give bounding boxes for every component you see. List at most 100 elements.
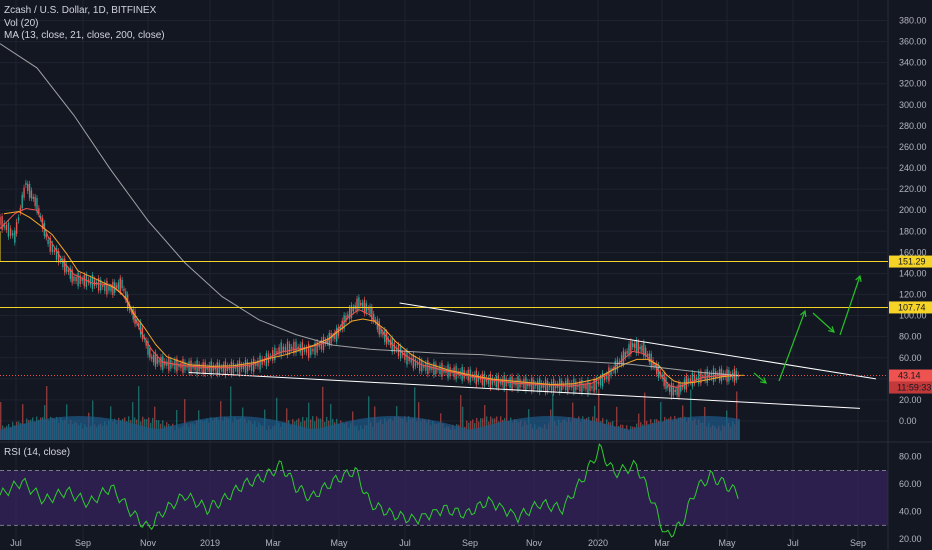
volume-indicator-label: Vol (20) xyxy=(4,18,39,29)
candle-body xyxy=(433,362,435,375)
candle-body xyxy=(429,365,431,371)
y-tick-label: 320.00 xyxy=(899,79,927,89)
candle-body xyxy=(646,353,649,356)
candle-body xyxy=(232,362,235,374)
candle-body xyxy=(667,384,669,388)
candle-body xyxy=(356,298,358,312)
rsi-tick-label: 80.00 xyxy=(899,452,922,462)
candle-body xyxy=(1,216,3,230)
candle-body xyxy=(406,350,408,365)
x-tick-label: Nov xyxy=(140,538,157,548)
chart-title: Zcash / U.S. Dollar, 1D, BITFINEX xyxy=(4,5,157,16)
rsi-band xyxy=(0,470,888,526)
level-badge-label: 107.74 xyxy=(898,302,926,312)
x-tick-label: Mar xyxy=(265,538,281,548)
candle-body xyxy=(202,362,204,374)
candle-body xyxy=(25,182,27,185)
candle-body xyxy=(347,314,349,317)
candle-body xyxy=(7,222,10,237)
y-tick-label: 240.00 xyxy=(899,163,927,173)
candle-body xyxy=(108,286,110,291)
y-tick-label: 360.00 xyxy=(899,37,927,47)
candle-body xyxy=(27,183,29,191)
candle-body xyxy=(348,307,351,320)
candle-body xyxy=(550,381,553,391)
candle-body xyxy=(286,341,289,356)
candle-body xyxy=(47,239,49,244)
y-tick-label: 200.00 xyxy=(899,205,927,215)
candle-body xyxy=(89,278,92,285)
candle-body xyxy=(495,375,497,388)
candle-body xyxy=(544,379,547,393)
candle-body xyxy=(166,361,168,366)
candle-body xyxy=(248,365,251,368)
candle-body xyxy=(622,350,625,365)
candle-body xyxy=(691,373,694,387)
candle-body xyxy=(11,233,14,236)
countdown-label: 11:59:33 xyxy=(897,383,931,393)
candle-body xyxy=(367,308,369,311)
y-tick-label: 260.00 xyxy=(899,142,927,152)
candle-body xyxy=(539,378,541,393)
price-chart[interactable]: 380.00 360.00 340.00 320.00 300.00 280.00 260.… xyxy=(0,0,932,550)
candle-body xyxy=(156,356,158,364)
candle-body xyxy=(15,221,18,234)
candle-body xyxy=(546,381,549,392)
candle-body xyxy=(151,356,153,359)
ma-indicator-label: MA (13, close, 21, close, 200, close) xyxy=(4,30,165,41)
candle-body xyxy=(67,269,70,272)
candle-body xyxy=(34,196,36,207)
candle-body xyxy=(117,282,120,289)
candle-body xyxy=(665,377,667,389)
candle-body xyxy=(481,373,484,385)
candle-body xyxy=(236,363,239,372)
candle-body xyxy=(537,380,539,390)
candle-body xyxy=(610,368,612,376)
y-tick-label: 180.00 xyxy=(899,226,927,236)
candle-body xyxy=(583,384,585,389)
candle-body xyxy=(589,383,591,391)
y-tick-label: 80.00 xyxy=(899,332,922,342)
candle-body xyxy=(718,369,721,381)
candle-body xyxy=(427,360,429,375)
candle-body xyxy=(164,361,166,366)
current-price-label: 43.14 xyxy=(898,371,921,381)
candle-body xyxy=(0,216,1,225)
candle-body xyxy=(284,346,287,351)
candle-body xyxy=(591,386,593,389)
y-tick-label: 340.00 xyxy=(899,58,927,68)
x-tick-label: 2019 xyxy=(200,538,220,548)
candle-body xyxy=(170,359,172,369)
candle-body xyxy=(280,342,282,357)
y-tick-label: 0.00 xyxy=(899,416,917,426)
x-tick-label: Mar xyxy=(654,538,670,548)
candle-body xyxy=(669,386,671,393)
candle-body xyxy=(238,360,241,375)
candle-body xyxy=(282,346,285,352)
x-tick-label: May xyxy=(330,538,348,548)
candle-body xyxy=(641,345,643,352)
candle-body xyxy=(626,351,628,354)
candle-body xyxy=(360,302,362,306)
candle-body xyxy=(83,275,85,286)
rsi-tick-label: 20.00 xyxy=(899,534,922,544)
candle-body xyxy=(639,346,641,350)
candle-body xyxy=(587,379,589,394)
x-tick-label: Sep xyxy=(462,538,478,548)
candle-body xyxy=(489,374,492,389)
candle-body xyxy=(603,376,606,381)
y-tick-label: 120.00 xyxy=(899,290,927,300)
candle-body xyxy=(115,285,118,288)
candle-body xyxy=(633,343,636,348)
candle-body xyxy=(216,362,218,375)
y-tick-label: 220.00 xyxy=(899,184,927,194)
candle-body xyxy=(358,297,360,309)
candle-body xyxy=(565,380,567,391)
candle-body xyxy=(310,347,312,356)
candle-body xyxy=(418,358,421,371)
x-tick-label: Jul xyxy=(10,538,22,548)
candle-body xyxy=(274,347,276,361)
candle-body xyxy=(635,340,638,354)
candle-body xyxy=(5,225,8,230)
rsi-indicator-label: RSI (14, close) xyxy=(4,447,71,458)
